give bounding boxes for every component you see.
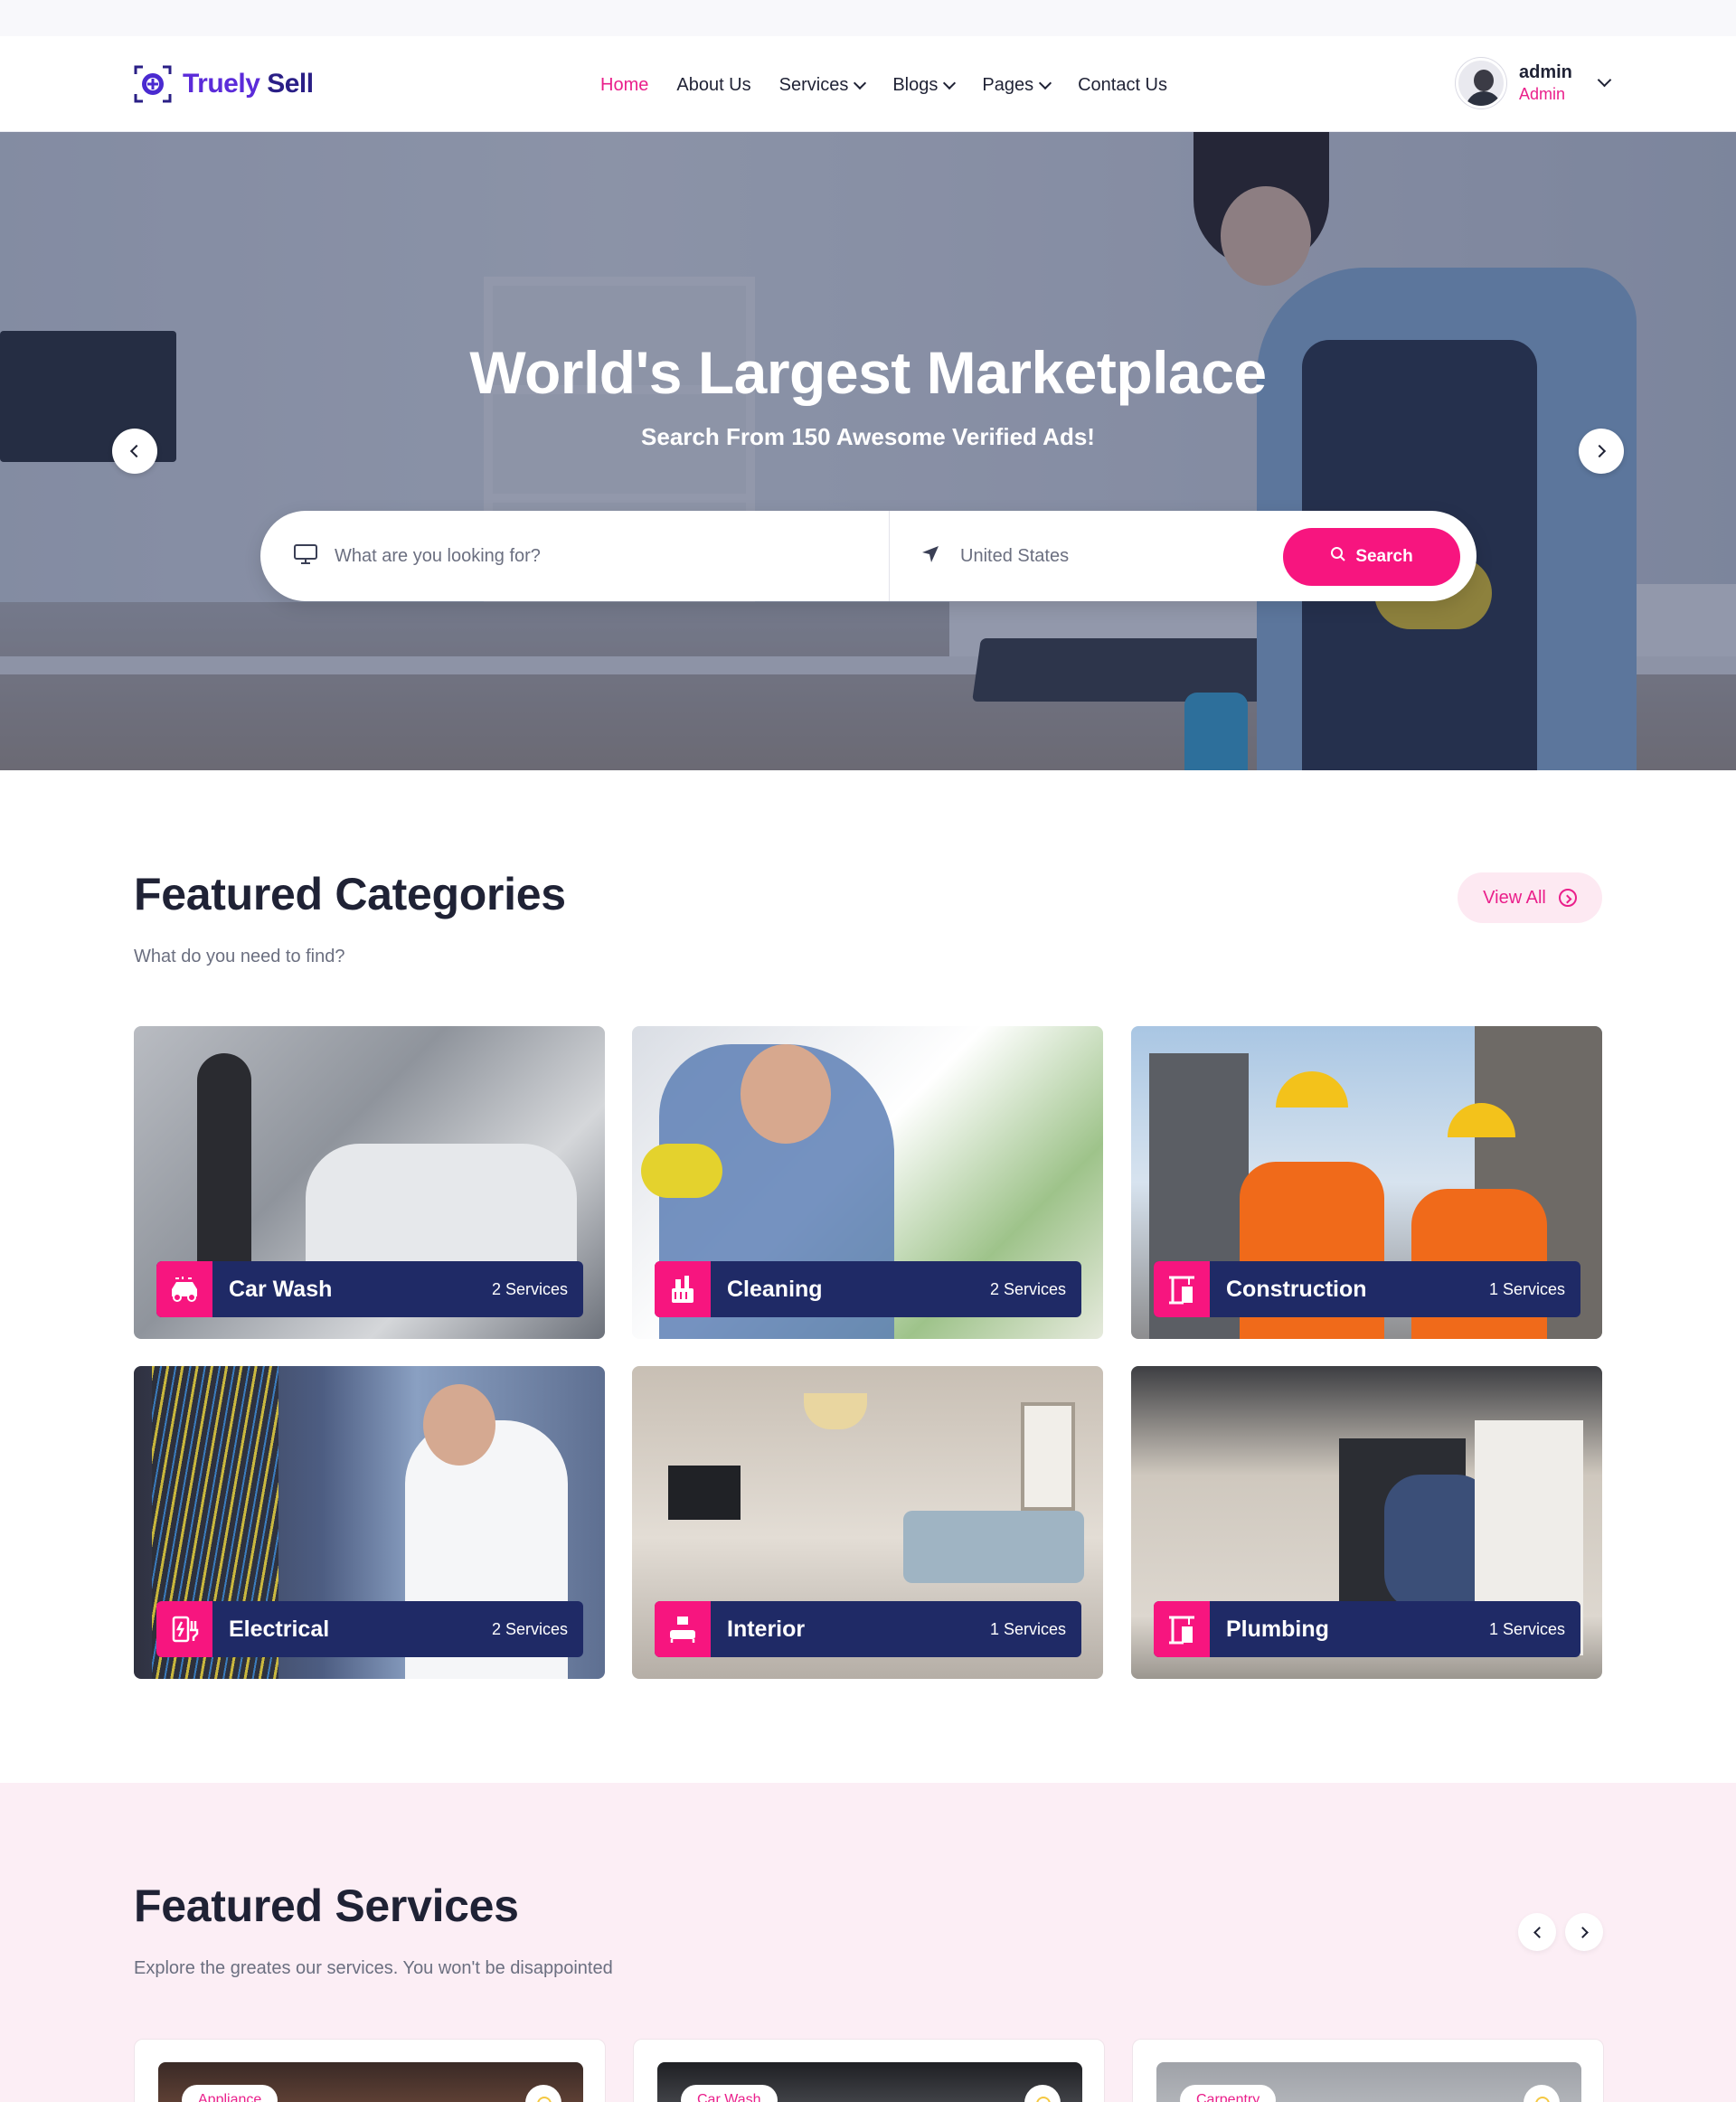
category-count: 1 Services	[1488, 1619, 1565, 1638]
nav-contact-label: Contact Us	[1078, 74, 1168, 95]
keyword-field	[293, 511, 890, 601]
category-name: Construction	[1226, 1276, 1367, 1302]
hero-title: World's Largest Marketplace	[469, 339, 1267, 406]
service-card-carpentry[interactable]: Carpentry	[1132, 2039, 1604, 2102]
construction-icon	[1154, 1261, 1210, 1317]
category-label-bar: Interior 1 Services	[655, 1601, 1081, 1657]
location-arrow-icon	[920, 544, 940, 569]
nav-about-us[interactable]: About Us	[676, 75, 750, 96]
service-category-tag[interactable]: Carpentry	[1180, 2085, 1277, 2102]
hero-prev-button[interactable]	[112, 429, 157, 474]
search-button-label: Search	[1355, 547, 1413, 566]
user-info: admin Admin	[1519, 62, 1572, 104]
service-card-car-wash[interactable]: Car Wash	[633, 2039, 1105, 2102]
nav-contact-us[interactable]: Contact Us	[1078, 75, 1167, 96]
nav-services-label: Services	[778, 74, 849, 95]
hero-banner: World's Largest Marketplace Search From …	[0, 132, 1736, 770]
category-card-car-wash[interactable]: Car Wash 2 Services	[134, 1026, 605, 1339]
top-strip	[0, 0, 1736, 36]
interior-icon	[655, 1601, 711, 1657]
nav-blogs-label: Blogs	[892, 74, 939, 95]
chevron-right-icon	[1576, 1926, 1589, 1938]
services-title: Featured Services	[132, 1880, 519, 1945]
user-menu[interactable]: admin Admin	[1456, 58, 1612, 108]
hero-overlay	[0, 132, 1736, 770]
search-input[interactable]	[335, 545, 841, 567]
site-header: Truely Sell Home About Us Services Blogs…	[0, 36, 1736, 132]
nav-about-label: About Us	[676, 74, 751, 95]
category-label-bar: Car Wash 2 Services	[156, 1261, 583, 1317]
car-wash-icon	[156, 1261, 212, 1317]
category-label-bar: Cleaning 2 Services	[655, 1261, 1081, 1317]
search-icon	[1330, 546, 1346, 568]
nav-home[interactable]: Home	[600, 75, 648, 96]
category-count: 2 Services	[491, 1279, 568, 1298]
location-value: United States	[960, 545, 1070, 566]
chevron-down-icon	[854, 76, 867, 90]
category-card-interior[interactable]: Interior 1 Services	[632, 1366, 1103, 1679]
plumbing-icon	[1154, 1601, 1210, 1657]
category-card-cleaning[interactable]: Cleaning 2 Services	[632, 1026, 1103, 1339]
view-all-button[interactable]: View All	[1458, 872, 1602, 923]
services-next-button[interactable]	[1565, 1913, 1603, 1951]
user-name: admin	[1519, 62, 1572, 82]
category-label-bar: Electrical 2 Services	[156, 1601, 583, 1657]
arrow-circle-right-icon	[1558, 889, 1577, 907]
view-all-label: View All	[1483, 887, 1546, 908]
category-count: 1 Services	[1488, 1279, 1565, 1298]
location-field[interactable]: United States	[920, 511, 1246, 601]
categories-subtitle: What do you need to find?	[134, 947, 345, 966]
brand-name-part2: Sell	[267, 69, 314, 99]
nav-pages[interactable]: Pages	[982, 74, 1052, 96]
cleaning-icon	[655, 1261, 711, 1317]
category-name: Car Wash	[229, 1276, 333, 1302]
service-card-appliance[interactable]: Appliance	[134, 2039, 606, 2102]
categories-title: Featured Categories	[132, 869, 566, 933]
chevron-down-icon[interactable]	[1597, 72, 1612, 87]
search-bar: United States Search	[260, 511, 1477, 601]
service-category-tag[interactable]: Car Wash	[681, 2085, 778, 2102]
services-prev-button[interactable]	[1518, 1913, 1556, 1951]
category-card-construction[interactable]: Construction 1 Services	[1131, 1026, 1602, 1339]
logo-target-icon	[134, 65, 172, 103]
chevron-down-icon	[943, 76, 957, 90]
user-role: Admin	[1519, 85, 1566, 103]
category-card-plumbing[interactable]: Plumbing 1 Services	[1131, 1366, 1602, 1679]
brand-name: Truely Sell	[183, 69, 314, 99]
nav-home-label: Home	[600, 74, 649, 95]
chevron-left-icon	[129, 444, 144, 458]
chevron-left-icon	[1533, 1926, 1545, 1938]
main-nav: Home About Us Services Blogs Pages Conta…	[600, 72, 1167, 98]
category-count: 2 Services	[989, 1279, 1066, 1298]
avatar	[1456, 58, 1506, 108]
category-name: Plumbing	[1226, 1616, 1329, 1642]
category-name: Cleaning	[727, 1276, 823, 1302]
services-subtitle: Explore the greates our services. You wo…	[134, 1958, 613, 1978]
category-card-electrical[interactable]: Electrical 2 Services	[134, 1366, 605, 1679]
category-count: 2 Services	[491, 1619, 568, 1638]
category-label-bar: Plumbing 1 Services	[1154, 1601, 1580, 1657]
chevron-right-icon	[1592, 444, 1607, 458]
hero-next-button[interactable]	[1579, 429, 1624, 474]
electrical-icon	[156, 1601, 212, 1657]
category-count: 1 Services	[989, 1619, 1066, 1638]
category-label-bar: Construction 1 Services	[1154, 1261, 1580, 1317]
brand-name-part1: Truely	[183, 69, 260, 99]
search-button[interactable]: Search	[1283, 528, 1460, 586]
brand-logo[interactable]: Truely Sell	[134, 65, 314, 103]
nav-services[interactable]: Services	[778, 74, 867, 96]
nav-pages-label: Pages	[982, 74, 1034, 95]
chevron-down-icon	[1039, 76, 1052, 90]
nav-blogs[interactable]: Blogs	[892, 74, 957, 96]
monitor-icon	[293, 543, 318, 570]
hero-subtitle: Search From 150 Awesome Verified Ads!	[641, 423, 1095, 450]
category-name: Electrical	[229, 1616, 330, 1642]
category-name: Interior	[727, 1616, 806, 1642]
service-category-tag[interactable]: Appliance	[182, 2085, 278, 2102]
